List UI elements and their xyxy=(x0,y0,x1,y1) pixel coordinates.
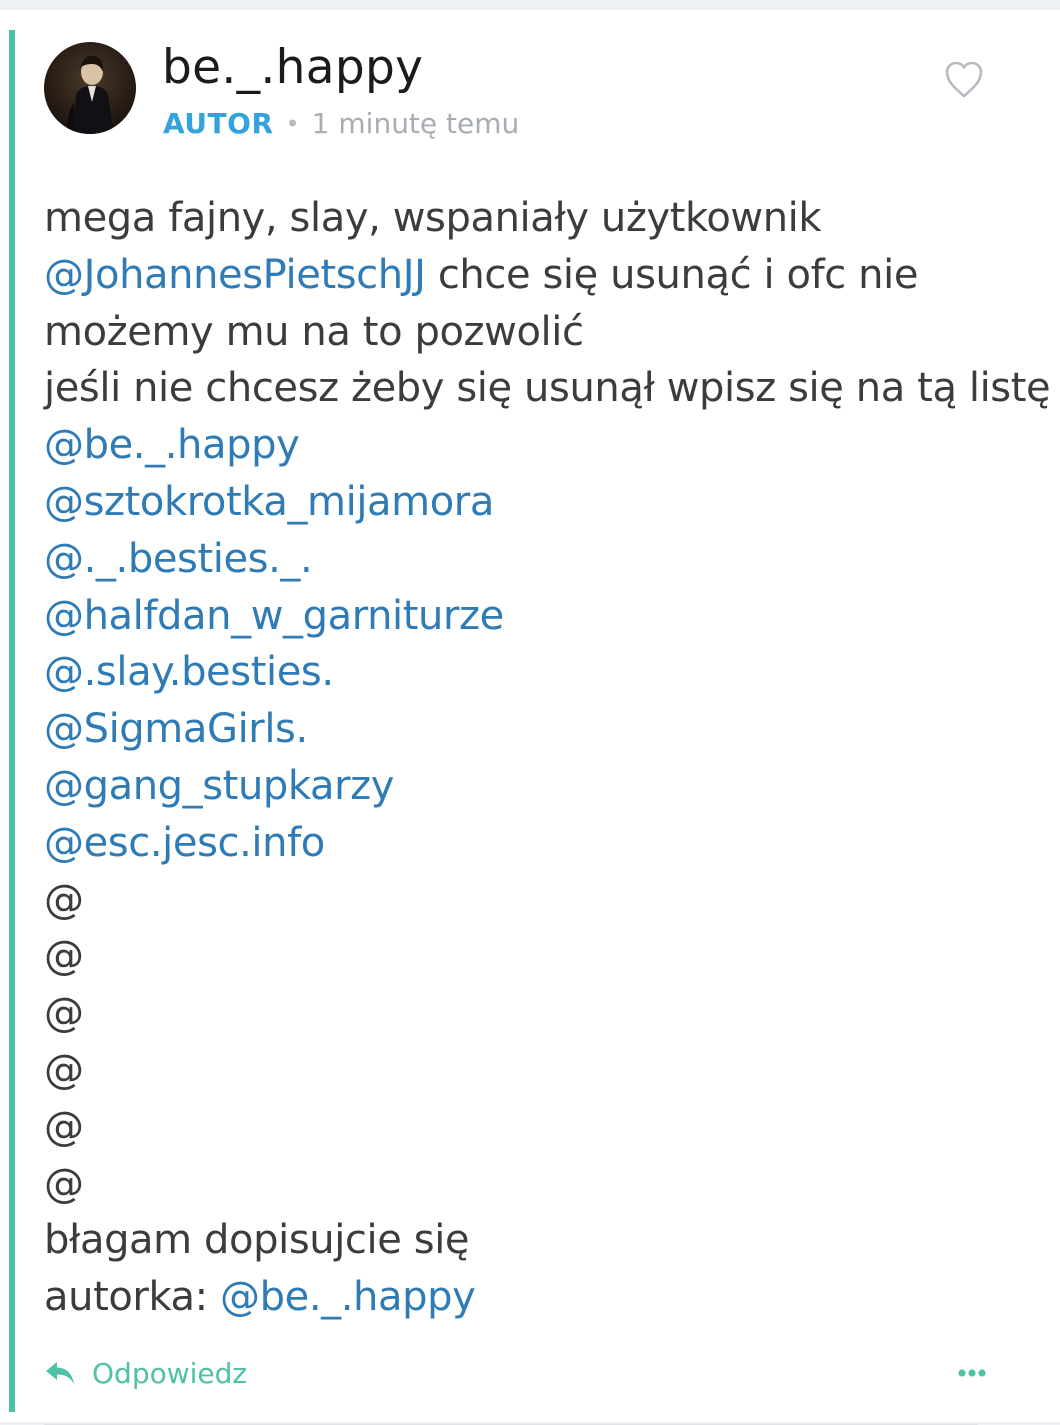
comment-line: @.slay.besties. xyxy=(44,644,1034,701)
user-mention-link[interactable]: @be._.happy xyxy=(44,422,300,468)
comment-line: autorka: @be._.happy xyxy=(44,1269,1034,1326)
reply-label: Odpowiedz xyxy=(92,1356,248,1390)
comment-body: mega fajny, slay, wspaniały użytkownik @J… xyxy=(44,190,1051,1326)
comment-line: @ xyxy=(44,1156,1034,1213)
comment-meta: AUTOR • 1 minutę temu xyxy=(163,106,519,142)
comment-footer: Odpowiedz xyxy=(44,1350,247,1396)
comment-line: @ xyxy=(44,1042,1034,1099)
comment-text: @ xyxy=(44,1160,84,1207)
comment-line: @ xyxy=(44,985,1034,1042)
comment-text: @ xyxy=(44,1103,84,1150)
comment-line: możemy mu na to pozwolić xyxy=(44,304,1034,361)
comment-line: @._.besties._. xyxy=(44,531,1034,588)
comment-text: @ xyxy=(44,1046,84,1093)
comment-text: możemy mu na to pozwolić xyxy=(44,308,584,355)
user-mention-link[interactable]: @halfdan_w_garniturze xyxy=(44,593,504,639)
comment-text: jeśli nie chcesz żeby się usunął wpisz s… xyxy=(44,365,1051,412)
user-mention-link[interactable]: @be._.happy xyxy=(220,1274,476,1320)
comment-line: błagam dopisujcie się xyxy=(44,1212,1034,1269)
comment-line: @SigmaGirls. xyxy=(44,701,1034,758)
comment-text: @ xyxy=(44,990,84,1037)
meta-separator: • xyxy=(285,110,300,138)
comment-line: @halfdan_w_garniturze xyxy=(44,588,1034,645)
comment-line: @ xyxy=(44,928,1034,985)
user-mention-link[interactable]: @gang_stupkarzy xyxy=(44,763,394,809)
comment-text: błagam dopisujcie się xyxy=(44,1217,470,1264)
reply-arrow-icon xyxy=(46,1362,74,1384)
comment-text: @ xyxy=(44,876,84,923)
comment-text: chce się usunąć i ofc nie xyxy=(425,251,919,298)
user-mention-link[interactable]: @sztokrotka_mijamora xyxy=(44,479,494,525)
comment-text: mega fajny, slay, wspaniały użytkownik xyxy=(44,195,822,241)
username[interactable]: be._.happy xyxy=(162,38,423,98)
more-dots-icon xyxy=(958,1369,986,1377)
comment-line: mega fajny, slay, wspaniały użytkownik xyxy=(44,190,1034,247)
comment-line: @be._.happy xyxy=(44,417,1034,474)
more-options-button[interactable] xyxy=(952,1360,992,1386)
heart-outline-icon xyxy=(945,61,983,98)
avatar[interactable] xyxy=(44,42,136,134)
comment-line: @ xyxy=(44,872,1034,929)
user-mention-link[interactable]: @.slay.besties. xyxy=(44,649,334,695)
comment-line: @esc.jesc.info xyxy=(44,815,1034,872)
comment-card: be._.happy AUTOR • 1 minutę temu mega fa… xyxy=(0,10,1060,1425)
user-mention-link[interactable]: @JohannesPietschJJ xyxy=(44,252,426,298)
user-mention-link[interactable]: @SigmaGirls. xyxy=(44,706,308,752)
user-mention-link[interactable]: @esc.jesc.info xyxy=(44,820,325,866)
comment-text: autorka: xyxy=(44,1274,221,1321)
comment-line: @ xyxy=(44,1099,1034,1156)
timestamp: 1 minutę temu xyxy=(311,107,520,140)
author-accent-bar xyxy=(9,30,15,1412)
comment-line: @sztokrotka_mijamora xyxy=(44,474,1034,531)
author-badge: AUTOR xyxy=(163,107,274,140)
like-button[interactable] xyxy=(942,58,986,100)
comment-line: @gang_stupkarzy xyxy=(44,758,1034,815)
comment-line: @JohannesPietschJJ chce się usunąć i ofc… xyxy=(44,247,1034,304)
comment-line: jeśli nie chcesz żeby się usunął wpisz s… xyxy=(44,360,1051,417)
reply-button[interactable]: Odpowiedz xyxy=(44,1357,247,1390)
comment-text: @ xyxy=(44,933,84,980)
user-mention-link[interactable]: @._.besties._. xyxy=(44,536,313,582)
